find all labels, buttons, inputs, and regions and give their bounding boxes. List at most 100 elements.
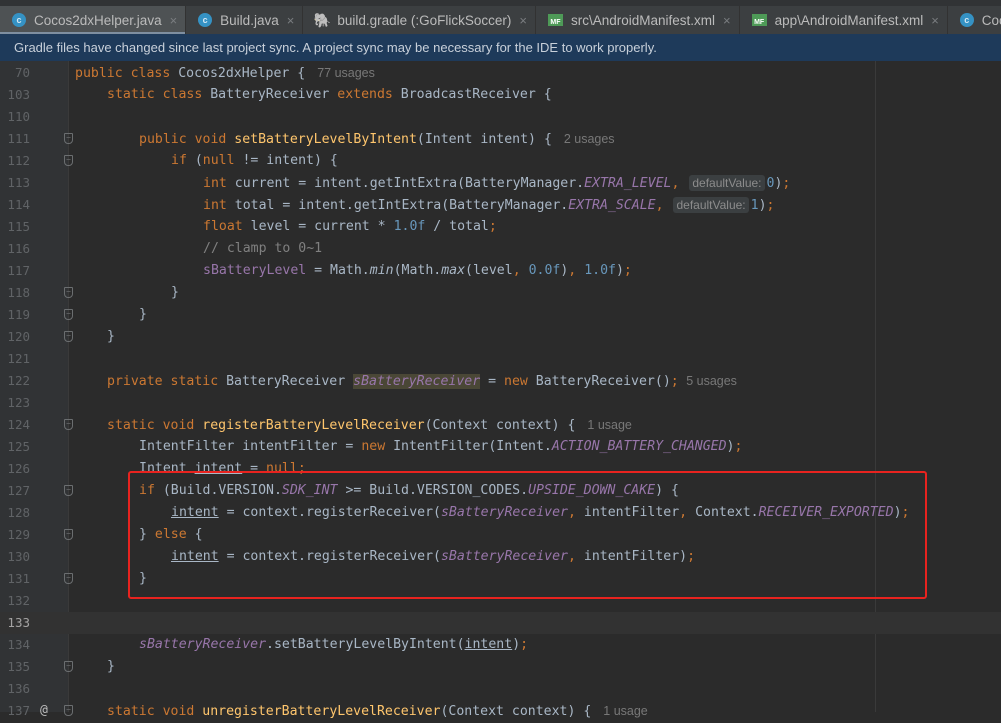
close-icon[interactable]: × bbox=[287, 13, 295, 28]
code-text: } bbox=[107, 326, 115, 348]
code-line[interactable]: 113 int current = intent.getIntExtra(Batt… bbox=[0, 172, 1001, 194]
line-number: 136 bbox=[7, 681, 30, 696]
line-number: 119 bbox=[7, 307, 30, 322]
close-icon[interactable]: × bbox=[519, 13, 527, 28]
line-number: 127 bbox=[7, 483, 30, 498]
usages-hint[interactable]: 2 usages bbox=[560, 132, 619, 146]
code-text: static void registerBatteryLevelReceiver… bbox=[107, 414, 636, 437]
code-line[interactable]: 115 float level = current * 1.0f / total; bbox=[0, 216, 1001, 238]
code-line[interactable]: 116 // clamp to 0~1 bbox=[0, 238, 1001, 260]
code-line[interactable]: 121 bbox=[0, 348, 1001, 370]
highlight-annotation-box bbox=[128, 471, 927, 599]
code-line[interactable]: 135 −} bbox=[0, 656, 1001, 678]
code-text: sBatteryLevel = Math.min(Math.max(level,… bbox=[203, 260, 632, 282]
close-icon[interactable]: × bbox=[723, 13, 731, 28]
fold-toggle-icon[interactable]: − bbox=[64, 573, 73, 584]
code-token: = bbox=[480, 374, 505, 389]
code-line[interactable]: 137 @ − static void unregisterBatteryLevelR… bbox=[0, 700, 1001, 722]
usages-hint[interactable]: 1 usage bbox=[599, 704, 651, 718]
usages-hint[interactable]: 77 usages bbox=[313, 66, 379, 80]
code-token: = Math. bbox=[306, 263, 370, 278]
code-token: total = intent.getIntExtra(BatteryManage… bbox=[234, 198, 569, 213]
tab-1[interactable]: c Build.java × bbox=[186, 6, 304, 34]
code-line[interactable]: 136 bbox=[0, 678, 1001, 700]
tab-5[interactable]: c Cocos2dxActiv bbox=[948, 6, 1001, 34]
code-token: (level bbox=[465, 263, 513, 278]
code-token: static class bbox=[107, 87, 211, 102]
line-number: 115 bbox=[7, 219, 30, 234]
tab-3[interactable]: MF src\AndroidManifest.xml × bbox=[536, 6, 740, 34]
code-text: int current = intent.getIntExtra(Battery… bbox=[203, 172, 790, 195]
gradle-elephant-icon: 🐘 bbox=[313, 11, 332, 28]
fold-toggle-icon[interactable]: − bbox=[64, 133, 73, 144]
code-token: static void bbox=[107, 418, 203, 433]
line-number: 135 bbox=[7, 659, 30, 674]
manifest-icon: MF bbox=[547, 14, 563, 26]
code-token: sBatteryLevel bbox=[203, 263, 307, 278]
code-token: registerBatteryLevelReceiver bbox=[202, 418, 425, 433]
line-number: 110 bbox=[7, 109, 30, 124]
code-token: new bbox=[504, 374, 536, 389]
code-token: ; bbox=[670, 374, 679, 389]
usages-hint[interactable]: 1 usage bbox=[583, 418, 635, 432]
tab-0[interactable]: c Cocos2dxHelper.java × bbox=[0, 6, 187, 34]
tab-label: Cocos2dxActiv bbox=[981, 12, 1001, 28]
code-line[interactable]: 103 static class BatteryReceiver extends … bbox=[0, 84, 1001, 106]
line-number: 117 bbox=[7, 263, 30, 278]
code-line[interactable]: 134 sBatteryReceiver.setBatteryLevelByInt… bbox=[0, 634, 1001, 656]
code-text: // clamp to 0~1 bbox=[203, 238, 322, 260]
code-text: IntentFilter intentFilter = new IntentFi… bbox=[139, 436, 742, 458]
code-line[interactable]: 124 − static void registerBatteryLevelRece… bbox=[0, 414, 1001, 436]
code-token: 1.0f bbox=[393, 219, 426, 234]
usages-hint[interactable]: 5 usages bbox=[679, 374, 741, 388]
fold-toggle-icon[interactable]: − bbox=[64, 661, 73, 672]
code-line[interactable]: 133 bbox=[0, 612, 1001, 634]
fold-toggle-icon[interactable]: − bbox=[64, 485, 73, 496]
code-line[interactable]: 119 −} bbox=[0, 304, 1001, 326]
editor-tab-bar: c Cocos2dxHelper.java × c Build.java × 🐘 build.… bbox=[0, 0, 1001, 34]
code-line[interactable]: 123 bbox=[0, 392, 1001, 414]
fold-toggle-icon[interactable]: − bbox=[64, 155, 73, 166]
tab-4[interactable]: MF app\AndroidManifest.xml × bbox=[740, 6, 948, 34]
fold-toggle-icon[interactable]: − bbox=[64, 705, 73, 716]
code-token: BatteryReceiver() bbox=[535, 374, 671, 389]
java-class-icon: c bbox=[959, 13, 974, 27]
code-token: , bbox=[568, 263, 585, 278]
line-number: 124 bbox=[7, 417, 30, 432]
tab-label: app\AndroidManifest.xml bbox=[774, 12, 924, 28]
code-token: sBatteryReceiver bbox=[139, 637, 267, 652]
fold-toggle-icon[interactable]: − bbox=[64, 331, 73, 342]
code-line[interactable]: 110 bbox=[0, 106, 1001, 128]
close-icon[interactable]: × bbox=[931, 13, 939, 28]
code-token: / total bbox=[425, 219, 489, 234]
code-token: int bbox=[203, 198, 235, 213]
line-number: 123 bbox=[7, 395, 30, 410]
fold-toggle-icon[interactable]: − bbox=[64, 309, 73, 320]
code-token: extends bbox=[337, 87, 401, 102]
tab-label: build.gradle (:GoFlickSoccer) bbox=[337, 12, 512, 28]
line-number: 120 bbox=[7, 329, 30, 344]
code-token: ; bbox=[520, 637, 529, 652]
code-line[interactable]: 112 − if (null != intent) { bbox=[0, 150, 1001, 172]
tab-2[interactable]: 🐘 build.gradle (:GoFlickSoccer) × bbox=[303, 6, 536, 34]
code-editor[interactable]: 70 public class Cocos2dxHelper { 77 usage… bbox=[0, 61, 1001, 719]
code-line[interactable]: 118 −} bbox=[0, 282, 1001, 304]
override-marker-icon[interactable]: @ bbox=[40, 700, 48, 722]
code-line[interactable]: 111 − public void setBatteryLevelByIntent(… bbox=[0, 128, 1001, 150]
code-text: public void setBatteryLevelByIntent(Inte… bbox=[139, 128, 619, 151]
code-line[interactable]: 114 int total = intent.getIntExtra(Batter… bbox=[0, 194, 1001, 216]
code-line[interactable]: 117 sBatteryLevel = Math.min(Math.max(lev… bbox=[0, 260, 1001, 282]
code-token: current = intent.getIntExtra(BatteryMana… bbox=[234, 176, 585, 191]
code-token: (Math. bbox=[393, 263, 442, 278]
close-icon[interactable]: × bbox=[170, 13, 178, 28]
code-line[interactable]: 70 public class Cocos2dxHelper { 77 usage… bbox=[0, 62, 1001, 84]
fold-toggle-icon[interactable]: − bbox=[64, 287, 73, 298]
code-line[interactable]: 125 IntentFilter intentFilter = new Inten… bbox=[0, 436, 1001, 458]
code-token: 1 bbox=[750, 198, 759, 213]
code-token: , bbox=[671, 176, 688, 191]
code-line[interactable]: 122 private static BatteryReceiver sBatte… bbox=[0, 370, 1001, 392]
fold-toggle-icon[interactable]: − bbox=[64, 529, 73, 540]
code-line[interactable]: 120 −} bbox=[0, 326, 1001, 348]
code-token: sBatteryReceiver bbox=[353, 374, 481, 389]
fold-toggle-icon[interactable]: − bbox=[64, 419, 73, 430]
